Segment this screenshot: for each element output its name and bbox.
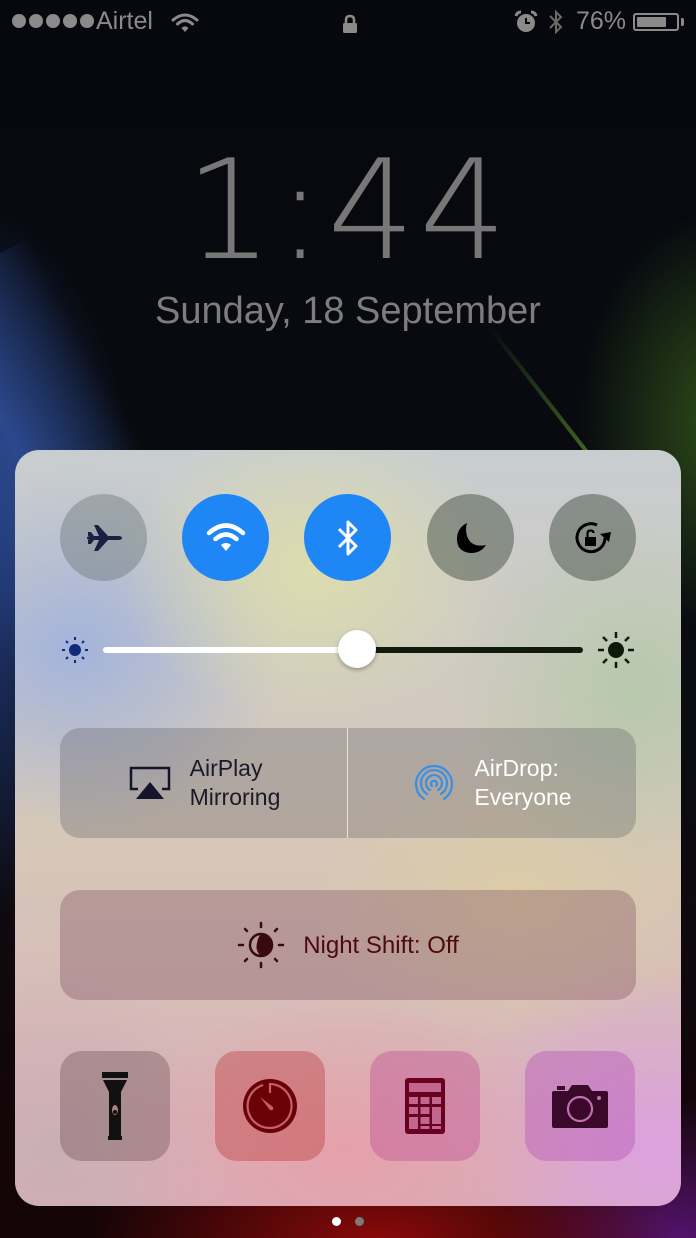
- page-dot-2[interactable]: [355, 1217, 364, 1226]
- flashlight-icon: [102, 1072, 128, 1140]
- airdrop-button[interactable]: AirDrop: Everyone: [348, 728, 636, 838]
- night-shift-icon: [237, 921, 285, 969]
- calculator-icon: [405, 1078, 445, 1134]
- carrier-name: Airtel: [96, 7, 153, 35]
- airplay-label-line1: AirPlay: [189, 755, 263, 781]
- brightness-slider[interactable]: [60, 630, 640, 670]
- timer-button[interactable]: [215, 1051, 325, 1161]
- wifi-icon: [206, 522, 245, 551]
- brightness-track-filled: [103, 647, 358, 653]
- airplay-icon: [129, 766, 170, 799]
- airdrop-icon: [415, 764, 454, 801]
- airdrop-label: AirDrop: Everyone: [474, 754, 571, 812]
- battery-tip: [681, 18, 684, 26]
- camera-button[interactable]: [525, 1051, 635, 1161]
- airplay-label: AirPlay Mirroring: [190, 754, 281, 812]
- airplay-label-line2: Mirroring: [189, 784, 281, 810]
- rotation-lock-icon: [575, 521, 611, 553]
- rotation-lock-toggle[interactable]: [549, 494, 636, 581]
- status-bar: Airtel 76%: [0, 0, 696, 42]
- airdrop-label-line2: Everyone: [474, 784, 572, 810]
- page-dot-1[interactable]: [332, 1217, 341, 1226]
- signal-dots-icon: [12, 14, 94, 28]
- bluetooth-icon: [337, 520, 357, 555]
- airplay-mirroring-button[interactable]: AirPlay Mirroring: [60, 728, 348, 838]
- time-text: 1:44: [185, 130, 511, 291]
- wifi-toggle[interactable]: [182, 494, 269, 581]
- control-center: AirPlay Mirroring AirDrop: Everyone Nigh…: [15, 450, 681, 1206]
- airplane-icon: [86, 524, 122, 551]
- lock-screen-time: 1:44: [0, 130, 696, 291]
- battery-level: [637, 17, 666, 27]
- airplane-mode-toggle[interactable]: [60, 494, 147, 581]
- camera-icon: [552, 1085, 608, 1128]
- lock-screen-date: Sunday, 18 September: [155, 290, 541, 332]
- battery-icon: [633, 13, 679, 31]
- brightness-track-empty: [357, 647, 583, 653]
- calculator-button[interactable]: [370, 1051, 480, 1161]
- bluetooth-toggle[interactable]: [304, 494, 391, 581]
- page-indicator[interactable]: [0, 1217, 696, 1226]
- battery-percent: 76%: [576, 7, 627, 35]
- timer-icon: [243, 1079, 297, 1133]
- alarm-icon: [514, 10, 538, 41]
- sun-large-icon: [598, 632, 634, 668]
- flashlight-button[interactable]: [60, 1051, 170, 1161]
- bluetooth-icon: [547, 9, 565, 42]
- airdrop-label-line1: AirDrop:: [474, 755, 559, 781]
- night-shift-button[interactable]: Night Shift: Off: [60, 890, 636, 1000]
- night-shift-label: Night Shift: Off: [303, 931, 459, 959]
- brightness-knob[interactable]: [338, 630, 377, 668]
- lock-icon: [342, 12, 358, 41]
- sun-small-icon: [62, 637, 88, 663]
- do-not-disturb-toggle[interactable]: [427, 494, 514, 581]
- airplay-airdrop-row: AirPlay Mirroring AirDrop: Everyone: [60, 728, 636, 838]
- wifi-icon: [171, 11, 199, 40]
- moon-icon: [456, 522, 486, 553]
